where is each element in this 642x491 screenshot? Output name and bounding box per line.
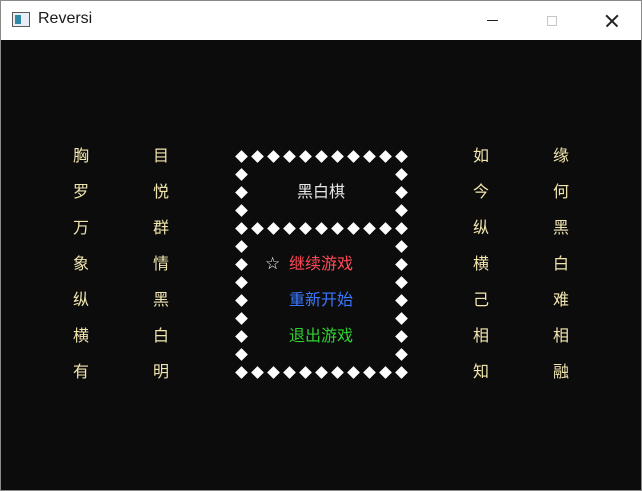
border-diamond bbox=[394, 365, 408, 379]
border-diamond bbox=[234, 311, 248, 325]
border-diamond bbox=[346, 365, 360, 379]
poem-char: 难 bbox=[552, 290, 569, 309]
poem-char: 万 bbox=[72, 218, 89, 237]
border-diamond bbox=[234, 185, 248, 199]
border-diamond bbox=[394, 311, 408, 325]
border-diamond bbox=[234, 149, 248, 163]
poem-char: 缘 bbox=[552, 146, 569, 165]
border-diamond bbox=[394, 203, 408, 217]
poem-char: 融 bbox=[552, 362, 569, 381]
border-diamond bbox=[394, 275, 408, 289]
border-diamond bbox=[234, 257, 248, 271]
title-bar[interactable]: Reversi bbox=[1, 1, 641, 40]
poem-char: 悦 bbox=[152, 182, 169, 201]
poem-char: 相 bbox=[552, 326, 569, 345]
poem-char: 何 bbox=[552, 182, 569, 201]
poem-char: 纵 bbox=[472, 218, 489, 237]
poem-char: 明 bbox=[152, 362, 169, 381]
border-diamond bbox=[394, 257, 408, 271]
border-diamond bbox=[362, 221, 376, 235]
border-diamond bbox=[314, 221, 328, 235]
border-diamond bbox=[282, 149, 296, 163]
border-diamond bbox=[266, 365, 280, 379]
reversi-window: Reversi 胸 罗 万 象 纵 横 有 目 悦 群 情 黑 白 明 如 今 … bbox=[0, 0, 642, 491]
border-diamond bbox=[330, 365, 344, 379]
border-diamond bbox=[250, 365, 264, 379]
maximize-icon bbox=[547, 15, 557, 26]
poem-char: 白 bbox=[152, 326, 169, 345]
border-diamond bbox=[314, 149, 328, 163]
poem-char: 黑 bbox=[152, 290, 169, 309]
poem-char: 目 bbox=[152, 146, 169, 165]
border-diamond bbox=[394, 167, 408, 181]
menu-item-exit-game[interactable]: 退出游戏 bbox=[289, 326, 353, 346]
poem-char: 己 bbox=[472, 290, 489, 309]
border-diamond bbox=[298, 149, 312, 163]
border-diamond bbox=[346, 149, 360, 163]
border-diamond bbox=[378, 149, 392, 163]
border-diamond bbox=[394, 239, 408, 253]
border-diamond bbox=[394, 347, 408, 361]
poem-char: 白 bbox=[552, 254, 569, 273]
border-diamond bbox=[394, 185, 408, 199]
border-diamond bbox=[346, 221, 360, 235]
poem-char: 象 bbox=[72, 254, 89, 273]
border-diamond bbox=[298, 221, 312, 235]
border-diamond bbox=[234, 221, 248, 235]
poem-char: 情 bbox=[152, 254, 169, 273]
border-diamond bbox=[378, 365, 392, 379]
border-diamond bbox=[394, 221, 408, 235]
minimize-icon bbox=[486, 20, 498, 21]
poem-char: 黑 bbox=[552, 218, 569, 237]
menu-item-continue-game[interactable]: 继续游戏 bbox=[289, 254, 353, 274]
selection-star-icon: ☆ bbox=[265, 254, 281, 274]
app-icon bbox=[12, 12, 30, 27]
close-button[interactable] bbox=[583, 1, 641, 40]
poem-char: 如 bbox=[472, 146, 489, 165]
border-diamond bbox=[378, 221, 392, 235]
border-diamond bbox=[394, 149, 408, 163]
border-diamond bbox=[250, 149, 264, 163]
game-canvas[interactable]: 胸 罗 万 象 纵 横 有 目 悦 群 情 黑 白 明 如 今 纵 横 己 相 … bbox=[1, 40, 641, 490]
border-diamond bbox=[314, 365, 328, 379]
poem-char: 罗 bbox=[72, 182, 89, 201]
border-diamond bbox=[282, 221, 296, 235]
poem-char: 相 bbox=[472, 326, 489, 345]
border-diamond bbox=[234, 293, 248, 307]
poem-char: 胸 bbox=[72, 146, 89, 165]
border-diamond bbox=[330, 149, 344, 163]
border-diamond bbox=[266, 149, 280, 163]
game-title: 黑白棋 bbox=[297, 182, 346, 201]
border-diamond bbox=[266, 221, 280, 235]
border-diamond bbox=[298, 365, 312, 379]
border-diamond bbox=[234, 275, 248, 289]
border-diamond bbox=[234, 239, 248, 253]
poem-char: 横 bbox=[72, 326, 89, 345]
border-diamond bbox=[394, 329, 408, 343]
border-diamond bbox=[282, 365, 296, 379]
minimize-button[interactable] bbox=[463, 1, 521, 40]
poem-char: 横 bbox=[472, 254, 489, 273]
border-diamond bbox=[234, 203, 248, 217]
border-diamond bbox=[234, 167, 248, 181]
border-diamond bbox=[234, 347, 248, 361]
border-diamond bbox=[330, 221, 344, 235]
border-diamond bbox=[250, 221, 264, 235]
poem-char: 知 bbox=[472, 362, 489, 381]
poem-char: 纵 bbox=[72, 290, 89, 309]
poem-char: 群 bbox=[152, 218, 169, 237]
border-diamond bbox=[234, 365, 248, 379]
close-icon bbox=[605, 14, 619, 28]
border-diamond bbox=[362, 149, 376, 163]
border-diamond bbox=[234, 329, 248, 343]
menu-item-restart[interactable]: 重新开始 bbox=[289, 290, 353, 310]
window-title: Reversi bbox=[38, 10, 93, 27]
maximize-button[interactable] bbox=[523, 1, 581, 40]
border-diamond bbox=[362, 365, 376, 379]
poem-char: 今 bbox=[472, 182, 489, 201]
border-diamond bbox=[394, 293, 408, 307]
poem-char: 有 bbox=[72, 362, 89, 381]
